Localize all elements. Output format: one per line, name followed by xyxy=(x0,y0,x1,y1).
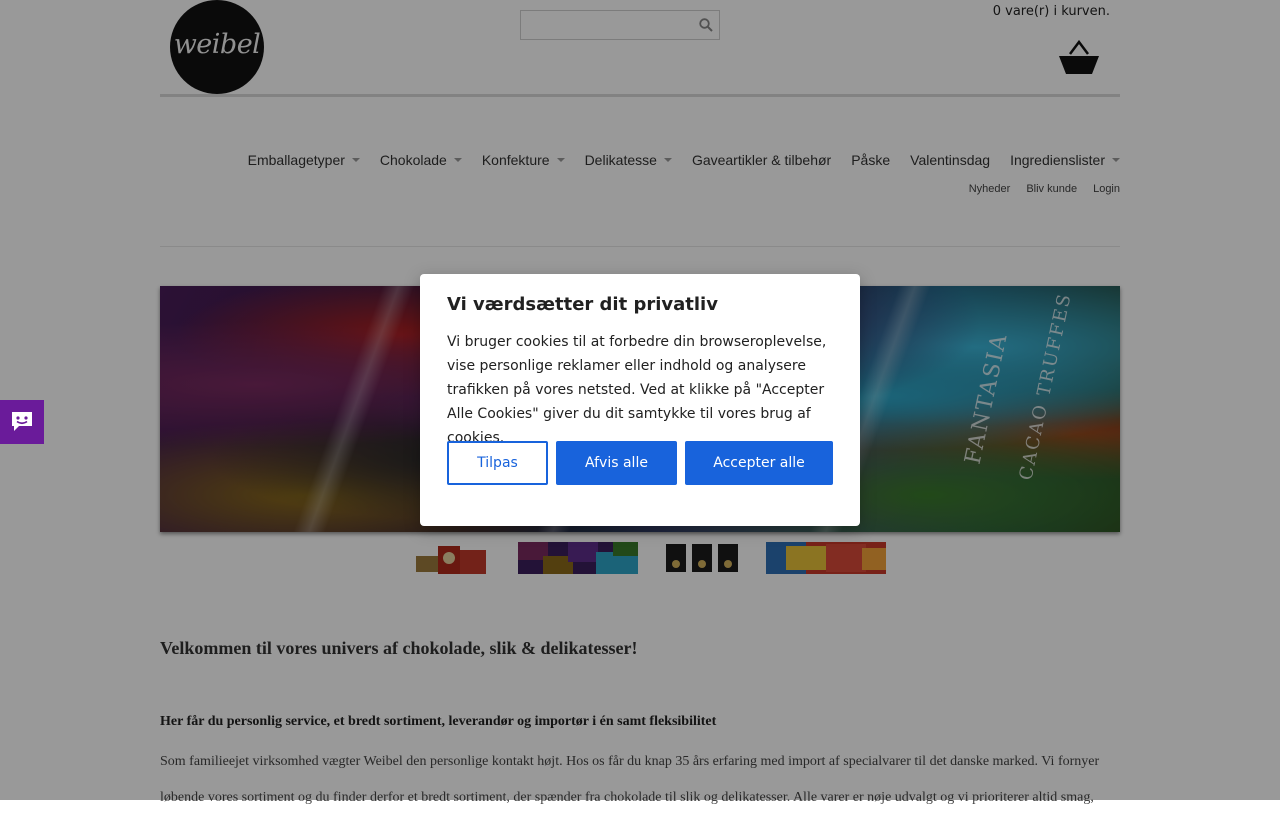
accept-all-button[interactable]: Accepter alle xyxy=(685,441,833,485)
reject-all-button[interactable]: Afvis alle xyxy=(556,441,677,485)
customize-button[interactable]: Tilpas xyxy=(447,441,548,485)
cookie-consent-dialog: Vi værdsætter dit privatliv Vi bruger co… xyxy=(420,274,860,526)
chat-icon xyxy=(12,412,32,431)
cookie-dialog-title: Vi værdsætter dit privatliv xyxy=(447,294,718,315)
cookie-dialog-body: Vi bruger cookies til at forbedre din br… xyxy=(447,334,827,446)
chat-widget-button[interactable] xyxy=(0,400,44,444)
